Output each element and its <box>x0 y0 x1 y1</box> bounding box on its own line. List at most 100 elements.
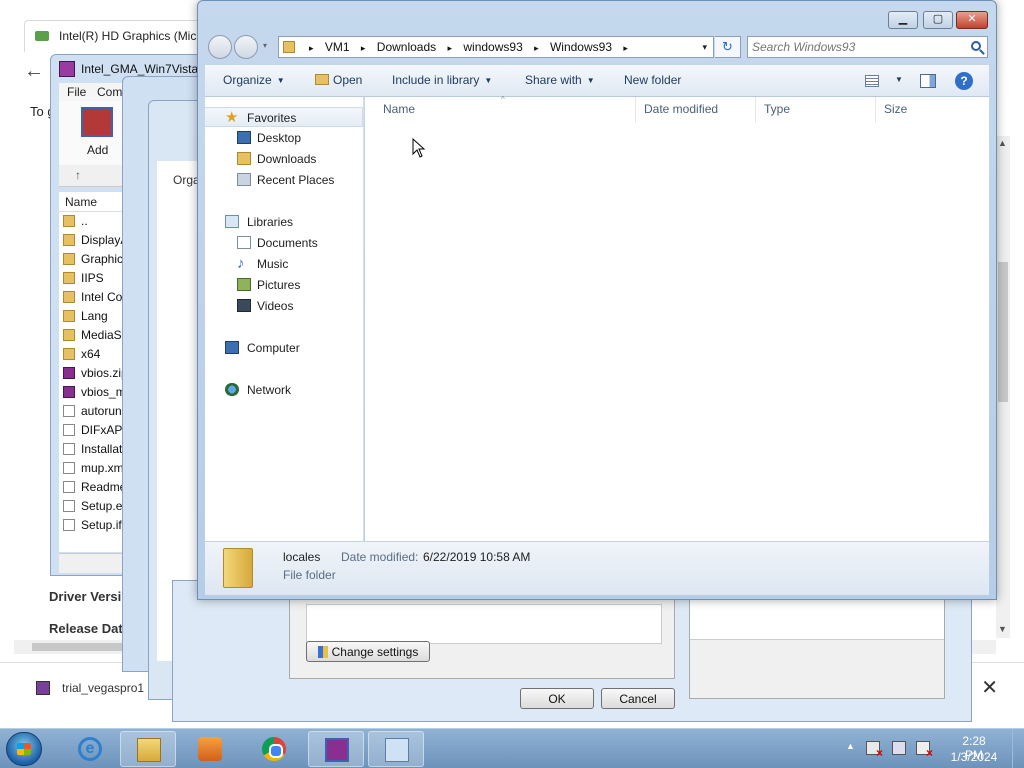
column-divider[interactable] <box>875 97 876 123</box>
column-header-date-modified[interactable]: Date modified <box>644 102 718 116</box>
nav-item-computer[interactable]: Computer <box>205 338 363 358</box>
search-icon[interactable] <box>971 41 981 51</box>
taskbar-internet-explorer[interactable]: e <box>62 731 118 767</box>
breadcrumb-separator-icon[interactable]: ▸ <box>448 43 453 53</box>
nav-item-downloads[interactable]: Downloads <box>205 149 363 169</box>
breadcrumb-windows93[interactable]: windows93 <box>463 40 522 54</box>
list-item[interactable]: vbios.zip <box>63 366 128 385</box>
list-item[interactable]: Installat <box>63 442 122 461</box>
change-settings-button[interactable]: Change settings <box>306 641 430 662</box>
refresh-button[interactable]: ↻ <box>715 36 741 58</box>
maximize-button[interactable]: ▢ <box>923 11 953 29</box>
list-item[interactable]: DIFxAPI <box>63 423 126 442</box>
help-icon[interactable]: ? <box>955 72 973 90</box>
organize-button[interactable]: Organize ▼ <box>223 73 285 87</box>
browser-vertical-scrollbar[interactable]: ▲ ▼ <box>996 136 1010 638</box>
nav-item-desktop[interactable]: Desktop <box>205 128 363 148</box>
column-header-size[interactable]: Size <box>884 102 907 116</box>
nav-item-favorites[interactable]: ★ Favorites <box>205 107 363 127</box>
open-button[interactable]: Open <box>315 73 362 87</box>
list-item[interactable]: Graphic <box>63 252 123 271</box>
taskbar-media-player[interactable] <box>182 731 238 767</box>
list-item[interactable]: IIPS <box>63 271 104 290</box>
list-item[interactable]: MediaSD <box>63 328 130 347</box>
network-tray-icon[interactable] <box>892 741 906 755</box>
breadcrumb-separator-icon[interactable]: ▸ <box>309 43 314 53</box>
list-item[interactable]: vbios_m <box>63 385 126 404</box>
list-item[interactable]: Setup.ex <box>63 499 128 518</box>
nav-item-libraries[interactable]: Libraries <box>205 212 363 232</box>
browser-tab[interactable]: Intel(R) HD Graphics (Micr <box>24 20 210 52</box>
nav-item-recent-places[interactable]: Recent Places <box>205 170 363 190</box>
close-button[interactable]: ✕ <box>956 11 988 29</box>
add-button-label[interactable]: Add <box>87 143 108 157</box>
breadcrumb-vm1[interactable]: VM1 <box>325 40 350 54</box>
list-item[interactable]: Intel Co <box>63 290 122 309</box>
breadcrumb-separator-icon[interactable]: ▸ <box>623 43 628 53</box>
nav-forward-button[interactable] <box>234 35 258 59</box>
taskbar-winrar[interactable] <box>308 731 364 767</box>
action-center-flag-icon[interactable] <box>866 741 883 760</box>
nav-item-documents[interactable]: Documents <box>205 233 363 253</box>
nav-item-videos[interactable]: Videos <box>205 296 363 316</box>
column-header-name[interactable]: Name <box>383 102 415 116</box>
include-in-library-button[interactable]: Include in library ▼ <box>392 73 492 87</box>
view-dropdown-icon[interactable]: ▼ <box>895 75 903 84</box>
column-divider[interactable] <box>755 97 756 123</box>
browser-back-button[interactable]: ← <box>24 60 44 83</box>
address-dropdown-icon[interactable]: ▾ <box>702 42 707 53</box>
breadcrumb-downloads[interactable]: Downloads <box>377 40 436 54</box>
list-item[interactable]: .. <box>63 214 88 233</box>
search-input[interactable] <box>752 39 962 55</box>
list-item[interactable]: Lang <box>63 309 108 328</box>
minimize-button[interactable]: ▁ <box>888 11 918 29</box>
taskbar-windows-explorer[interactable] <box>120 731 176 767</box>
breadcrumb-windows93-current[interactable]: Windows93 <box>550 40 612 54</box>
menu-file[interactable]: File <box>67 85 86 99</box>
add-archive-icon[interactable] <box>81 107 113 137</box>
nav-item-network[interactable]: Network <box>205 380 363 400</box>
show-desktop-button[interactable] <box>1012 729 1024 768</box>
chrome-icon <box>262 737 286 761</box>
clock-date[interactable]: 1/3/2024 <box>946 750 1002 764</box>
preview-pane-icon[interactable] <box>920 74 936 88</box>
nav-item-music[interactable]: ♪ Music <box>205 254 363 274</box>
share-with-button[interactable]: Share with ▼ <box>525 73 595 87</box>
column-divider[interactable] <box>635 97 636 123</box>
nav-back-button[interactable] <box>208 35 232 59</box>
recent-pages-dropdown-icon[interactable]: ▾ <box>263 41 267 50</box>
list-item[interactable]: Setup.if <box>63 518 122 537</box>
change-view-icon[interactable] <box>865 75 879 87</box>
show-hidden-icons-icon[interactable]: ▲ <box>846 741 855 751</box>
volume-muted-icon[interactable] <box>916 741 933 760</box>
list-item[interactable]: x64 <box>63 347 100 366</box>
nav-item-pictures[interactable]: Pictures <box>205 275 363 295</box>
column-header-type[interactable]: Type <box>764 102 790 116</box>
scroll-thumb[interactable] <box>998 262 1008 402</box>
list-item[interactable]: Readme <box>63 480 126 499</box>
list-item[interactable]: DisplayA <box>63 233 128 252</box>
address-bar[interactable]: ▸ VM1 ▸ Downloads ▸ windows93 ▸ Windows9… <box>278 36 714 58</box>
taskbar-control-panel[interactable] <box>368 731 424 767</box>
breadcrumb-separator-icon[interactable]: ▸ <box>534 43 539 53</box>
search-box[interactable] <box>747 36 988 58</box>
nav-item-label: Network <box>247 383 292 397</box>
new-folder-button[interactable]: New folder <box>624 73 681 87</box>
download-item[interactable]: trial_vegaspro1 <box>62 681 144 695</box>
open-folder-icon <box>315 74 329 85</box>
start-button[interactable] <box>6 732 42 766</box>
scroll-down-icon[interactable]: ▼ <box>998 624 1007 634</box>
scroll-up-icon[interactable]: ▲ <box>998 138 1007 148</box>
download-bar-close-icon[interactable]: ✕ <box>981 675 998 700</box>
cancel-button[interactable]: Cancel <box>601 688 675 709</box>
file-list[interactable]: ^ Name Date modified Type Size <box>365 95 989 541</box>
selected-item-type: File folder <box>283 568 336 582</box>
menu-commands[interactable]: Com <box>97 85 122 99</box>
list-item[interactable]: mup.xm <box>63 461 124 480</box>
file-icon <box>63 405 75 417</box>
breadcrumb-separator-icon[interactable]: ▸ <box>361 43 366 53</box>
up-arrow-icon[interactable]: ↑ <box>75 168 81 182</box>
taskbar-chrome[interactable] <box>246 731 302 767</box>
list-item[interactable]: autorun <box>63 404 122 423</box>
ok-button[interactable]: OK <box>520 688 594 709</box>
